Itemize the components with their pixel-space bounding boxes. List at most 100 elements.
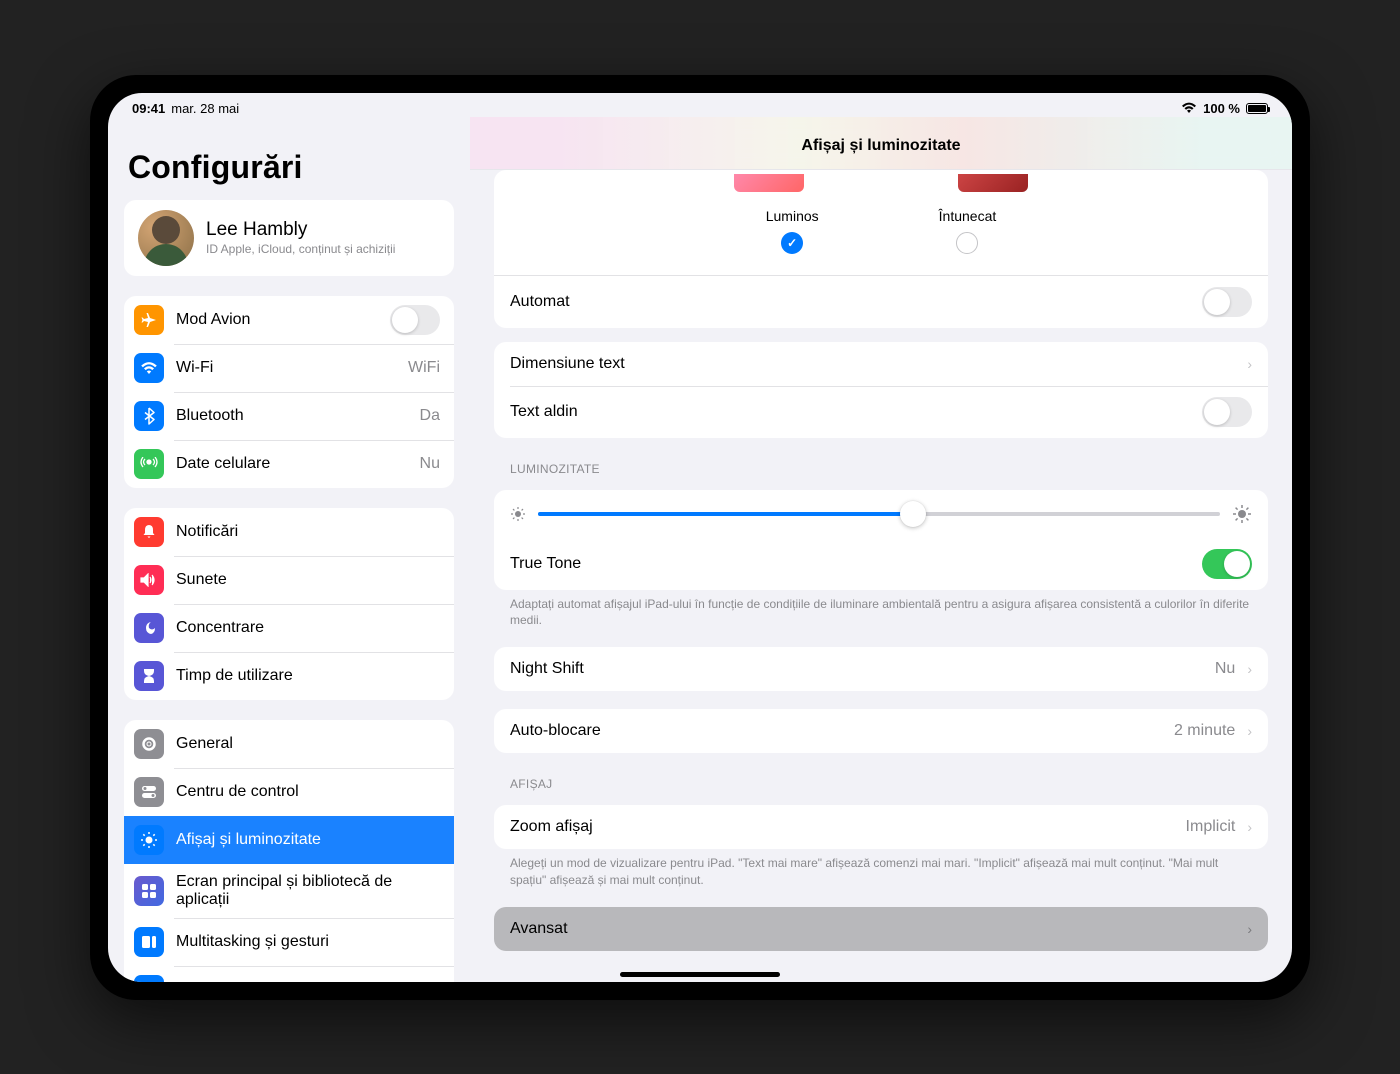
- detail-title: Afișaj și luminozitate: [470, 117, 1292, 170]
- cellular-row[interactable]: Date celulare Nu: [124, 440, 454, 488]
- night-shift-label: Night Shift: [510, 660, 1203, 678]
- display-brightness-label: Afișaj și luminozitate: [176, 831, 440, 849]
- chevron-right-icon: ›: [1247, 356, 1252, 372]
- accessibility-label: Accesibilitate: [176, 981, 440, 982]
- home-screen-row[interactable]: Ecran principal și bibliotecă de aplicaț…: [124, 864, 454, 918]
- true-tone-label: True Tone: [510, 555, 1190, 573]
- brightness-slider-row[interactable]: [494, 490, 1268, 538]
- auto-lock-label: Auto-blocare: [510, 722, 1162, 740]
- night-shift-value: Nu: [1215, 660, 1235, 678]
- bluetooth-icon: [134, 401, 164, 431]
- wifi-value: WiFi: [408, 359, 440, 377]
- control-center-row[interactable]: Centru de control: [124, 768, 454, 816]
- general-label: General: [176, 735, 440, 753]
- cellular-icon: [134, 449, 164, 479]
- detail-pane[interactable]: Afișaj și luminozitate Luminos ✓ Întunec…: [470, 117, 1292, 982]
- sun-small-icon: [510, 506, 526, 522]
- battery-icon: [1246, 103, 1268, 114]
- brightness-slider[interactable]: [538, 512, 1220, 516]
- radio-checked-icon: ✓: [781, 232, 803, 254]
- profile-name: Lee Hambly: [206, 219, 395, 241]
- profile-subtitle: ID Apple, iCloud, conținut și achiziții: [206, 242, 395, 256]
- display-zoom-label: Zoom afișaj: [510, 818, 1174, 836]
- text-size-label: Dimensiune text: [510, 355, 1235, 373]
- bluetooth-value: Da: [420, 407, 440, 425]
- general-row[interactable]: General: [124, 720, 454, 768]
- night-shift-row[interactable]: Night Shift Nu ›: [494, 647, 1268, 691]
- switches-icon: [134, 777, 164, 807]
- notifications-label: Notificări: [176, 523, 440, 541]
- home-screen-label: Ecran principal și bibliotecă de aplicaț…: [176, 873, 440, 909]
- chevron-right-icon: ›: [1247, 661, 1252, 677]
- display-zoom-row[interactable]: Zoom afișaj Implicit ›: [494, 805, 1268, 849]
- hourglass-icon: [134, 661, 164, 691]
- control-center-label: Centru de control: [176, 783, 440, 801]
- brightness-icon: [134, 825, 164, 855]
- settings-title: Configurări: [128, 149, 454, 186]
- true-tone-toggle[interactable]: [1202, 549, 1252, 579]
- focus-row[interactable]: Concentrare: [124, 604, 454, 652]
- brightness-header: LUMINOZITATE: [510, 462, 1268, 476]
- auto-lock-row[interactable]: Auto-blocare 2 minute ›: [494, 709, 1268, 753]
- wifi-icon: [1181, 102, 1197, 114]
- bold-text-toggle[interactable]: [1202, 397, 1252, 427]
- battery-pct: 100 %: [1203, 101, 1240, 116]
- advanced-label: Avansat: [510, 920, 1235, 938]
- radio-unchecked-icon: [956, 232, 978, 254]
- focus-label: Concentrare: [176, 619, 440, 637]
- multitask-icon: [134, 927, 164, 957]
- settings-sidebar[interactable]: Configurări Lee Hambly ID Apple, iCloud,…: [108, 117, 470, 982]
- airplane-icon: [134, 305, 164, 335]
- appearance-auto-toggle[interactable]: [1202, 287, 1252, 317]
- speaker-icon: [134, 565, 164, 595]
- profile-card[interactable]: Lee Hambly ID Apple, iCloud, conținut și…: [124, 200, 454, 276]
- appearance-dark-option[interactable]: Întunecat: [939, 208, 997, 259]
- chevron-right-icon: ›: [1247, 723, 1252, 739]
- appearance-auto-label: Automat: [510, 293, 1190, 311]
- advanced-row[interactable]: Avansat ›: [494, 907, 1268, 951]
- wifi-label: Wi-Fi: [176, 359, 396, 377]
- text-size-row[interactable]: Dimensiune text ›: [494, 342, 1268, 386]
- screentime-row[interactable]: Timp de utilizare: [124, 652, 454, 700]
- status-date: mar. 28 mai: [171, 101, 239, 116]
- bold-text-row[interactable]: Text aldin: [494, 386, 1268, 438]
- bluetooth-label: Bluetooth: [176, 407, 408, 425]
- airplane-mode-label: Mod Avion: [176, 311, 378, 329]
- multitasking-row[interactable]: Multitasking și gesturi: [124, 918, 454, 966]
- display-brightness-row[interactable]: Afișaj și luminozitate: [124, 816, 454, 864]
- multitasking-label: Multitasking și gesturi: [176, 933, 440, 951]
- sun-large-icon: [1232, 504, 1252, 524]
- home-indicator[interactable]: [620, 972, 780, 977]
- true-tone-note: Adaptați automat afișajul iPad-ului în f…: [510, 596, 1252, 630]
- status-time: 09:41: [132, 101, 165, 116]
- cellular-label: Date celulare: [176, 455, 408, 473]
- chevron-right-icon: ›: [1247, 819, 1252, 835]
- airplane-mode-row[interactable]: Mod Avion: [124, 296, 454, 344]
- airplane-mode-toggle[interactable]: [390, 305, 440, 335]
- status-bar: 09:41 mar. 28 mai 100 %: [108, 93, 1292, 117]
- display-zoom-value: Implicit: [1186, 818, 1236, 836]
- appearance-light-label: Luminos: [766, 208, 819, 224]
- wifi-settings-icon: [134, 353, 164, 383]
- appearance-dark-label: Întunecat: [939, 208, 997, 224]
- true-tone-row[interactable]: True Tone: [494, 538, 1268, 590]
- auto-lock-value: 2 minute: [1174, 722, 1235, 740]
- dark-preview-icon: [958, 174, 1028, 192]
- appearance-auto-row[interactable]: Automat: [494, 276, 1268, 328]
- accessibility-row[interactable]: Accesibilitate: [124, 966, 454, 982]
- bold-text-label: Text aldin: [510, 403, 1190, 421]
- grid-icon: [134, 876, 164, 906]
- wifi-row[interactable]: Wi-Fi WiFi: [124, 344, 454, 392]
- appearance-light-option[interactable]: Luminos ✓: [766, 208, 819, 259]
- cellular-value: Nu: [420, 455, 440, 473]
- bluetooth-row[interactable]: Bluetooth Da: [124, 392, 454, 440]
- sounds-label: Sunete: [176, 571, 440, 589]
- moon-icon: [134, 613, 164, 643]
- notifications-row[interactable]: Notificări: [124, 508, 454, 556]
- light-preview-icon: [734, 174, 804, 192]
- bell-icon: [134, 517, 164, 547]
- sounds-row[interactable]: Sunete: [124, 556, 454, 604]
- chevron-right-icon: ›: [1247, 921, 1252, 937]
- accessibility-icon: [134, 975, 164, 982]
- avatar: [138, 210, 194, 266]
